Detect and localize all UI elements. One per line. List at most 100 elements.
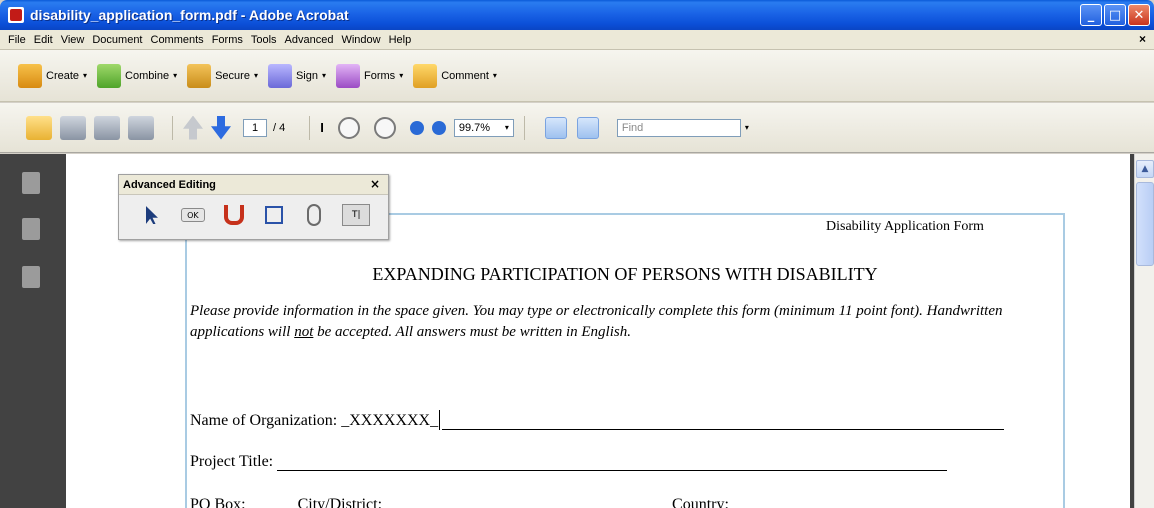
vertical-scrollbar[interactable]: ▲ (1134, 154, 1154, 508)
menu-edit[interactable]: Edit (30, 34, 57, 46)
menu-bar: File Edit View Document Comments Forms T… (0, 30, 1154, 50)
sign-button[interactable]: Sign ▾ (267, 63, 327, 88)
combine-button[interactable]: Combine ▾ (97, 63, 178, 88)
project-title-input-line[interactable] (277, 455, 948, 471)
arrow-cursor-icon (145, 206, 158, 224)
minimize-button[interactable]: _ (1080, 4, 1102, 26)
project-title-field-row: Project Title: (190, 453, 948, 471)
acrobat-app-icon (8, 7, 24, 23)
paperclip-icon (306, 204, 321, 226)
menu-view[interactable]: View (57, 34, 89, 46)
secure-label: Secure (215, 69, 250, 82)
bookmarks-icon[interactable] (22, 218, 40, 240)
link-tool[interactable] (223, 203, 245, 227)
select-tool-icon[interactable]: I (320, 120, 324, 135)
zoom-level-value: 99.7% (458, 121, 491, 134)
zoom-out-icon[interactable] (409, 120, 424, 135)
zoom-level-select[interactable]: 99.7% ▾ (453, 118, 514, 137)
create-icon (18, 63, 42, 88)
window-title-bar[interactable]: disability_application_form.pdf - Adobe … (0, 0, 1154, 30)
organization-value[interactable]: _XXXXXXX_ (341, 412, 438, 430)
navigation-toolbar: 1 / 4 I 99.7% ▾ Find ▾ (0, 103, 1154, 153)
menu-advanced[interactable]: Advanced (281, 34, 338, 46)
crop-tool[interactable] (263, 203, 285, 227)
hand-tool-icon[interactable] (337, 116, 360, 139)
advanced-editing-palette[interactable]: Advanced Editing × OK T| (118, 174, 389, 240)
maximize-button[interactable]: □ (1104, 4, 1126, 26)
previous-page-icon[interactable] (183, 115, 203, 140)
combine-label: Combine (125, 69, 170, 82)
toolbar-separator (309, 115, 311, 140)
create-button[interactable]: Create ▾ (18, 63, 88, 88)
navigation-pane (0, 154, 62, 508)
fit-width-icon[interactable] (544, 116, 567, 139)
zoom-in-icon[interactable] (431, 120, 446, 135)
window-controls: _ □ ✕ (1080, 4, 1150, 26)
chevron-down-icon: ▾ (253, 71, 258, 80)
project-title-label: Project Title: (190, 453, 278, 470)
lock-icon (187, 63, 212, 88)
close-document-button[interactable]: × (1139, 32, 1146, 46)
document-title: EXPANDING PARTICIPATION OF PERSONS WITH … (372, 264, 878, 284)
select-object-tool[interactable] (141, 203, 163, 227)
pen-icon (267, 63, 292, 88)
palette-title[interactable]: Advanced Editing (119, 175, 388, 195)
organization-input-line[interactable] (442, 414, 1005, 430)
forms-icon (336, 63, 361, 88)
palette-close-button[interactable]: × (370, 177, 380, 191)
tasks-toolbar: Create ▾ Combine ▾ Secure ▾ Sign ▾ Forms… (0, 50, 1154, 102)
address-field-row: PO Box: City/District: Country: (190, 496, 729, 508)
menu-tools[interactable]: Tools (247, 34, 281, 46)
organization-label: Name of Organization: (190, 412, 342, 429)
instructions-emphasis: not (294, 324, 314, 340)
page-number-input[interactable]: 1 (243, 118, 267, 137)
chevron-down-icon: ▾ (322, 71, 327, 80)
menu-file[interactable]: File (4, 34, 30, 46)
comment-button[interactable]: Comment ▾ (413, 63, 497, 88)
instructions-text: Please provide information in the space … (190, 301, 1050, 343)
close-window-button[interactable]: ✕ (1128, 4, 1150, 26)
country-label: Country: (672, 496, 729, 508)
email-icon[interactable] (128, 115, 154, 140)
pages-icon[interactable] (22, 172, 40, 194)
chevron-down-icon: ▾ (83, 71, 88, 80)
find-input[interactable]: Find (616, 118, 741, 137)
chevron-down-icon: ▾ (504, 123, 509, 132)
forms-button[interactable]: Forms ▾ (336, 63, 404, 88)
text-field-tool[interactable]: T| (342, 204, 370, 226)
toolbar-separator (172, 115, 173, 140)
pobox-label: PO Box: (190, 496, 246, 508)
scroll-thumb[interactable] (1136, 182, 1154, 266)
toolbar-separator (523, 115, 525, 140)
marquee-zoom-icon[interactable] (373, 116, 396, 139)
comment-bubble-icon (413, 63, 438, 88)
organization-field-row: Name of Organization: _XXXXXXX_ (190, 410, 1005, 430)
comment-label: Comment (441, 69, 489, 82)
menu-window[interactable]: Window (337, 34, 384, 46)
attach-tool[interactable] (303, 203, 325, 227)
save-icon[interactable] (94, 115, 120, 140)
next-page-icon[interactable] (211, 115, 231, 140)
chevron-down-icon[interactable]: ▾ (745, 123, 749, 132)
fit-page-icon[interactable] (576, 116, 599, 139)
menu-comments[interactable]: Comments (147, 34, 208, 46)
crop-icon (264, 206, 283, 224)
menu-help[interactable]: Help (385, 34, 416, 46)
scroll-up-button[interactable]: ▲ (1136, 160, 1154, 178)
secure-button[interactable]: Secure ▾ (187, 63, 258, 88)
text-cursor (439, 410, 441, 430)
document-header: Disability Application Form (826, 219, 984, 234)
menu-forms[interactable]: Forms (208, 34, 247, 46)
combine-icon (97, 63, 122, 88)
chevron-down-icon: ▾ (173, 71, 178, 80)
print-icon[interactable] (60, 115, 86, 140)
sign-label: Sign (295, 69, 318, 82)
instructions-part-2: be accepted. All answers must be written… (313, 324, 631, 340)
button-tool[interactable]: OK (180, 208, 205, 222)
chevron-down-icon: ▾ (399, 71, 404, 80)
link-icon (223, 205, 244, 225)
create-label: Create (46, 69, 80, 82)
open-folder-icon[interactable] (26, 115, 52, 140)
signatures-icon[interactable] (22, 266, 40, 288)
menu-document[interactable]: Document (88, 34, 146, 46)
